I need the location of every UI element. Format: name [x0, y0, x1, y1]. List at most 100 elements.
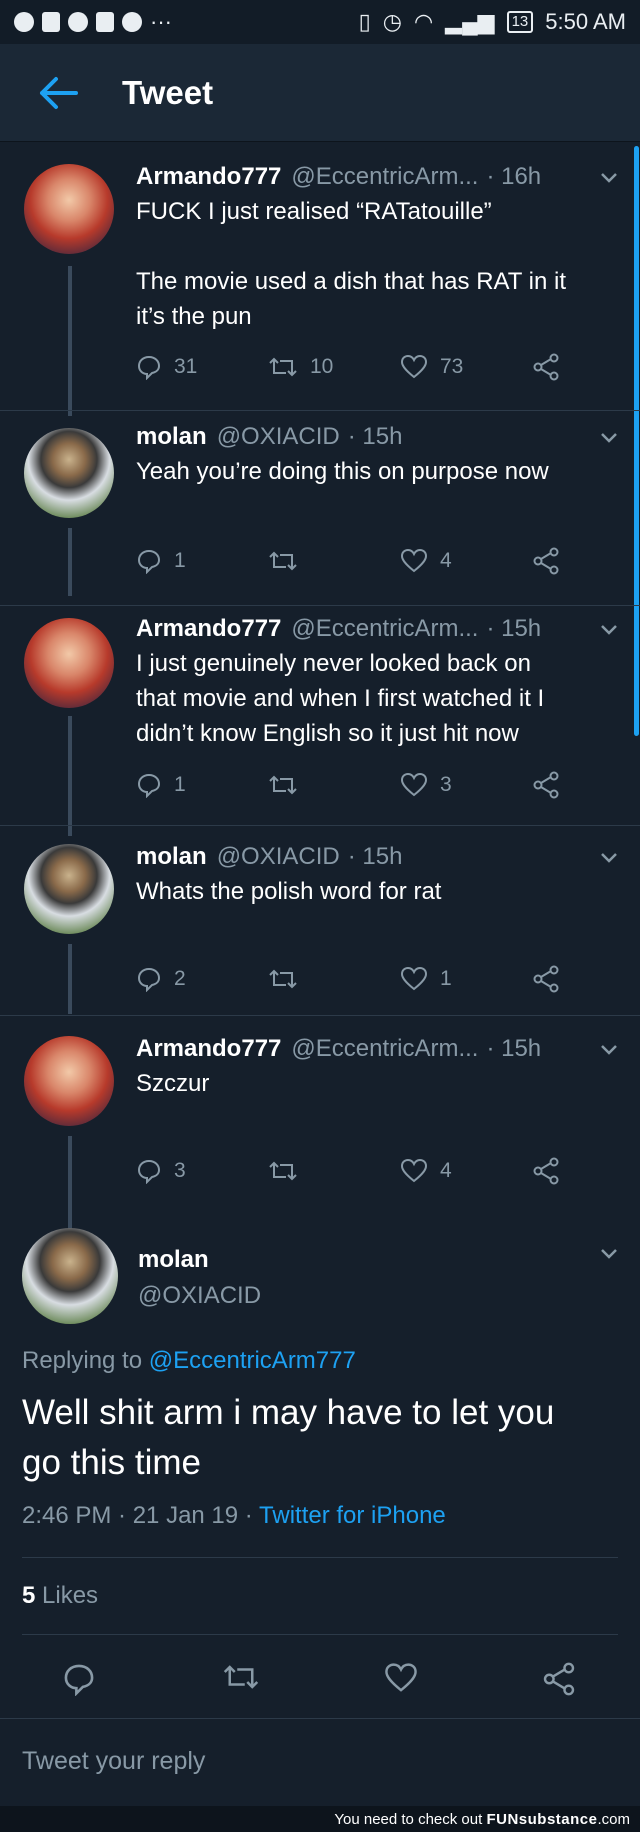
share-button[interactable]: [532, 1157, 572, 1185]
thread-line: [68, 266, 72, 416]
avatar[interactable]: [22, 1228, 118, 1324]
divider: [22, 1557, 618, 1558]
notification-icons: ···: [14, 9, 172, 35]
back-arrow-icon[interactable]: [28, 63, 88, 123]
divider: [0, 410, 640, 411]
tweet[interactable]: Armando777 @EccentricArm... · 15h Szczur…: [0, 1032, 640, 1236]
tweet-line: it’s the pun: [136, 303, 252, 330]
like-button[interactable]: 4: [400, 1158, 532, 1184]
avatar[interactable]: [24, 164, 114, 254]
share-button[interactable]: [532, 771, 572, 799]
chevron-down-icon[interactable]: [598, 1242, 620, 1264]
watermark-prefix: You need to check out: [334, 1810, 483, 1828]
author-handle[interactable]: @EccentricArm...: [291, 615, 478, 643]
retweet-button[interactable]: 10: [268, 355, 400, 379]
tweet-time: · 15h: [347, 843, 403, 870]
reply-button[interactable]: 2: [136, 966, 268, 992]
avatar[interactable]: [24, 428, 114, 518]
chevron-down-icon[interactable]: [598, 166, 620, 188]
author-handle[interactable]: @EccentricArm...: [291, 1035, 478, 1063]
like-count: 73: [440, 355, 464, 378]
page-title: Tweet: [122, 73, 214, 111]
watermark-footer: You need to check out FUNsubstance.com: [0, 1806, 640, 1832]
replying-to-link[interactable]: @EccentricArm777: [149, 1347, 356, 1374]
share-button[interactable]: [532, 547, 572, 575]
tweet-line: Well shit arm i may have to let you: [22, 1393, 555, 1432]
retweet-button[interactable]: [268, 967, 400, 991]
main-tweet-text: Well shit arm i may have to let you go t…: [22, 1388, 620, 1488]
author-handle[interactable]: @OXIACID: [217, 843, 340, 871]
tweet-actions: 31 10 73: [136, 350, 576, 384]
tweet-time: · 15h: [347, 423, 403, 450]
retweet-icon: [269, 551, 297, 571]
more-notifications-icon: ···: [150, 9, 172, 34]
thread-line: [68, 716, 72, 836]
like-button[interactable]: 3: [400, 772, 532, 798]
main-tweet-header[interactable]: molan @OXIACID: [0, 1228, 640, 1328]
share-icon: [533, 771, 559, 799]
tweet-actions: 1 4: [136, 544, 576, 578]
reply-button[interactable]: 1: [136, 772, 268, 798]
tweet[interactable]: molan @OXIACID · 15h Whats the polish wo…: [0, 840, 640, 1014]
avatar[interactable]: [24, 1036, 114, 1126]
reply-input[interactable]: Tweet your reply: [22, 1747, 205, 1776]
reply-button[interactable]: [62, 1662, 96, 1696]
chevron-down-icon[interactable]: [598, 1038, 620, 1060]
avatar[interactable]: [24, 844, 114, 934]
author-name[interactable]: Armando777: [136, 615, 281, 643]
tweet[interactable]: Armando777 @EccentricArm... · 15h I just…: [0, 612, 640, 836]
author-name[interactable]: Armando777: [136, 1035, 281, 1063]
like-count: 1: [440, 967, 452, 990]
cloud-icon: [68, 12, 88, 32]
author-handle[interactable]: @EccentricArm...: [291, 163, 478, 191]
like-button[interactable]: 73: [400, 354, 532, 380]
share-icon: [533, 353, 559, 381]
reply-button[interactable]: 1: [136, 548, 268, 574]
alert-icon: [42, 12, 60, 32]
share-button[interactable]: [542, 1662, 576, 1696]
retweet-icon: [269, 357, 297, 377]
author-name[interactable]: molan: [136, 423, 207, 451]
retweet-button[interactable]: [268, 1159, 400, 1183]
tweet-line: I just genuinely never looked back on: [136, 650, 531, 677]
share-button[interactable]: [532, 353, 572, 381]
retweet-icon: [269, 969, 297, 989]
like-button[interactable]: [384, 1662, 418, 1696]
reply-composer[interactable]: Tweet your reply: [0, 1718, 640, 1806]
divider: [0, 1015, 640, 1016]
avatar[interactable]: [24, 618, 114, 708]
author-handle[interactable]: @OXIACID: [138, 1282, 261, 1310]
app-bar: Tweet: [0, 44, 640, 142]
reply-button[interactable]: 31: [136, 354, 268, 380]
reply-button[interactable]: 3: [136, 1158, 268, 1184]
author-name[interactable]: Armando777: [136, 163, 281, 191]
chevron-down-icon[interactable]: [598, 846, 620, 868]
status-bar: ··· ▯ ◷ ◠ ▂▄▆ 13 5:50 AM: [0, 0, 640, 44]
retweet-button[interactable]: [268, 773, 400, 797]
retweet-button[interactable]: [268, 549, 400, 573]
chevron-down-icon[interactable]: [598, 426, 620, 448]
retweet-button[interactable]: [222, 1662, 259, 1696]
share-icon: [533, 1157, 559, 1185]
tweet-client-link[interactable]: Twitter for iPhone: [259, 1502, 446, 1529]
share-icon: [533, 965, 559, 993]
chevron-down-icon[interactable]: [598, 618, 620, 640]
retweet-count: 10: [310, 355, 334, 378]
author-name[interactable]: molan: [136, 843, 207, 871]
author-handle[interactable]: @OXIACID: [217, 423, 340, 451]
reply-count: 3: [174, 1159, 186, 1182]
share-button[interactable]: [532, 965, 572, 993]
tweet[interactable]: molan @OXIACID · 15h Yeah you’re doing t…: [0, 420, 640, 596]
tweet[interactable]: Armando777 @EccentricArm... · 16h FUCK I…: [0, 160, 640, 416]
author-name[interactable]: molan: [138, 1246, 209, 1274]
heart-icon: [400, 966, 428, 991]
heart-icon: [400, 772, 428, 797]
like-button[interactable]: 4: [400, 548, 532, 574]
like-button[interactable]: 1: [400, 966, 532, 992]
likes-summary[interactable]: 5 Likes: [22, 1582, 98, 1610]
heart-icon: [385, 1663, 417, 1692]
thread-line: [68, 1136, 72, 1236]
reply-icon: [137, 1159, 161, 1184]
like-count: 4: [440, 1159, 452, 1182]
reply-icon: [137, 967, 161, 992]
